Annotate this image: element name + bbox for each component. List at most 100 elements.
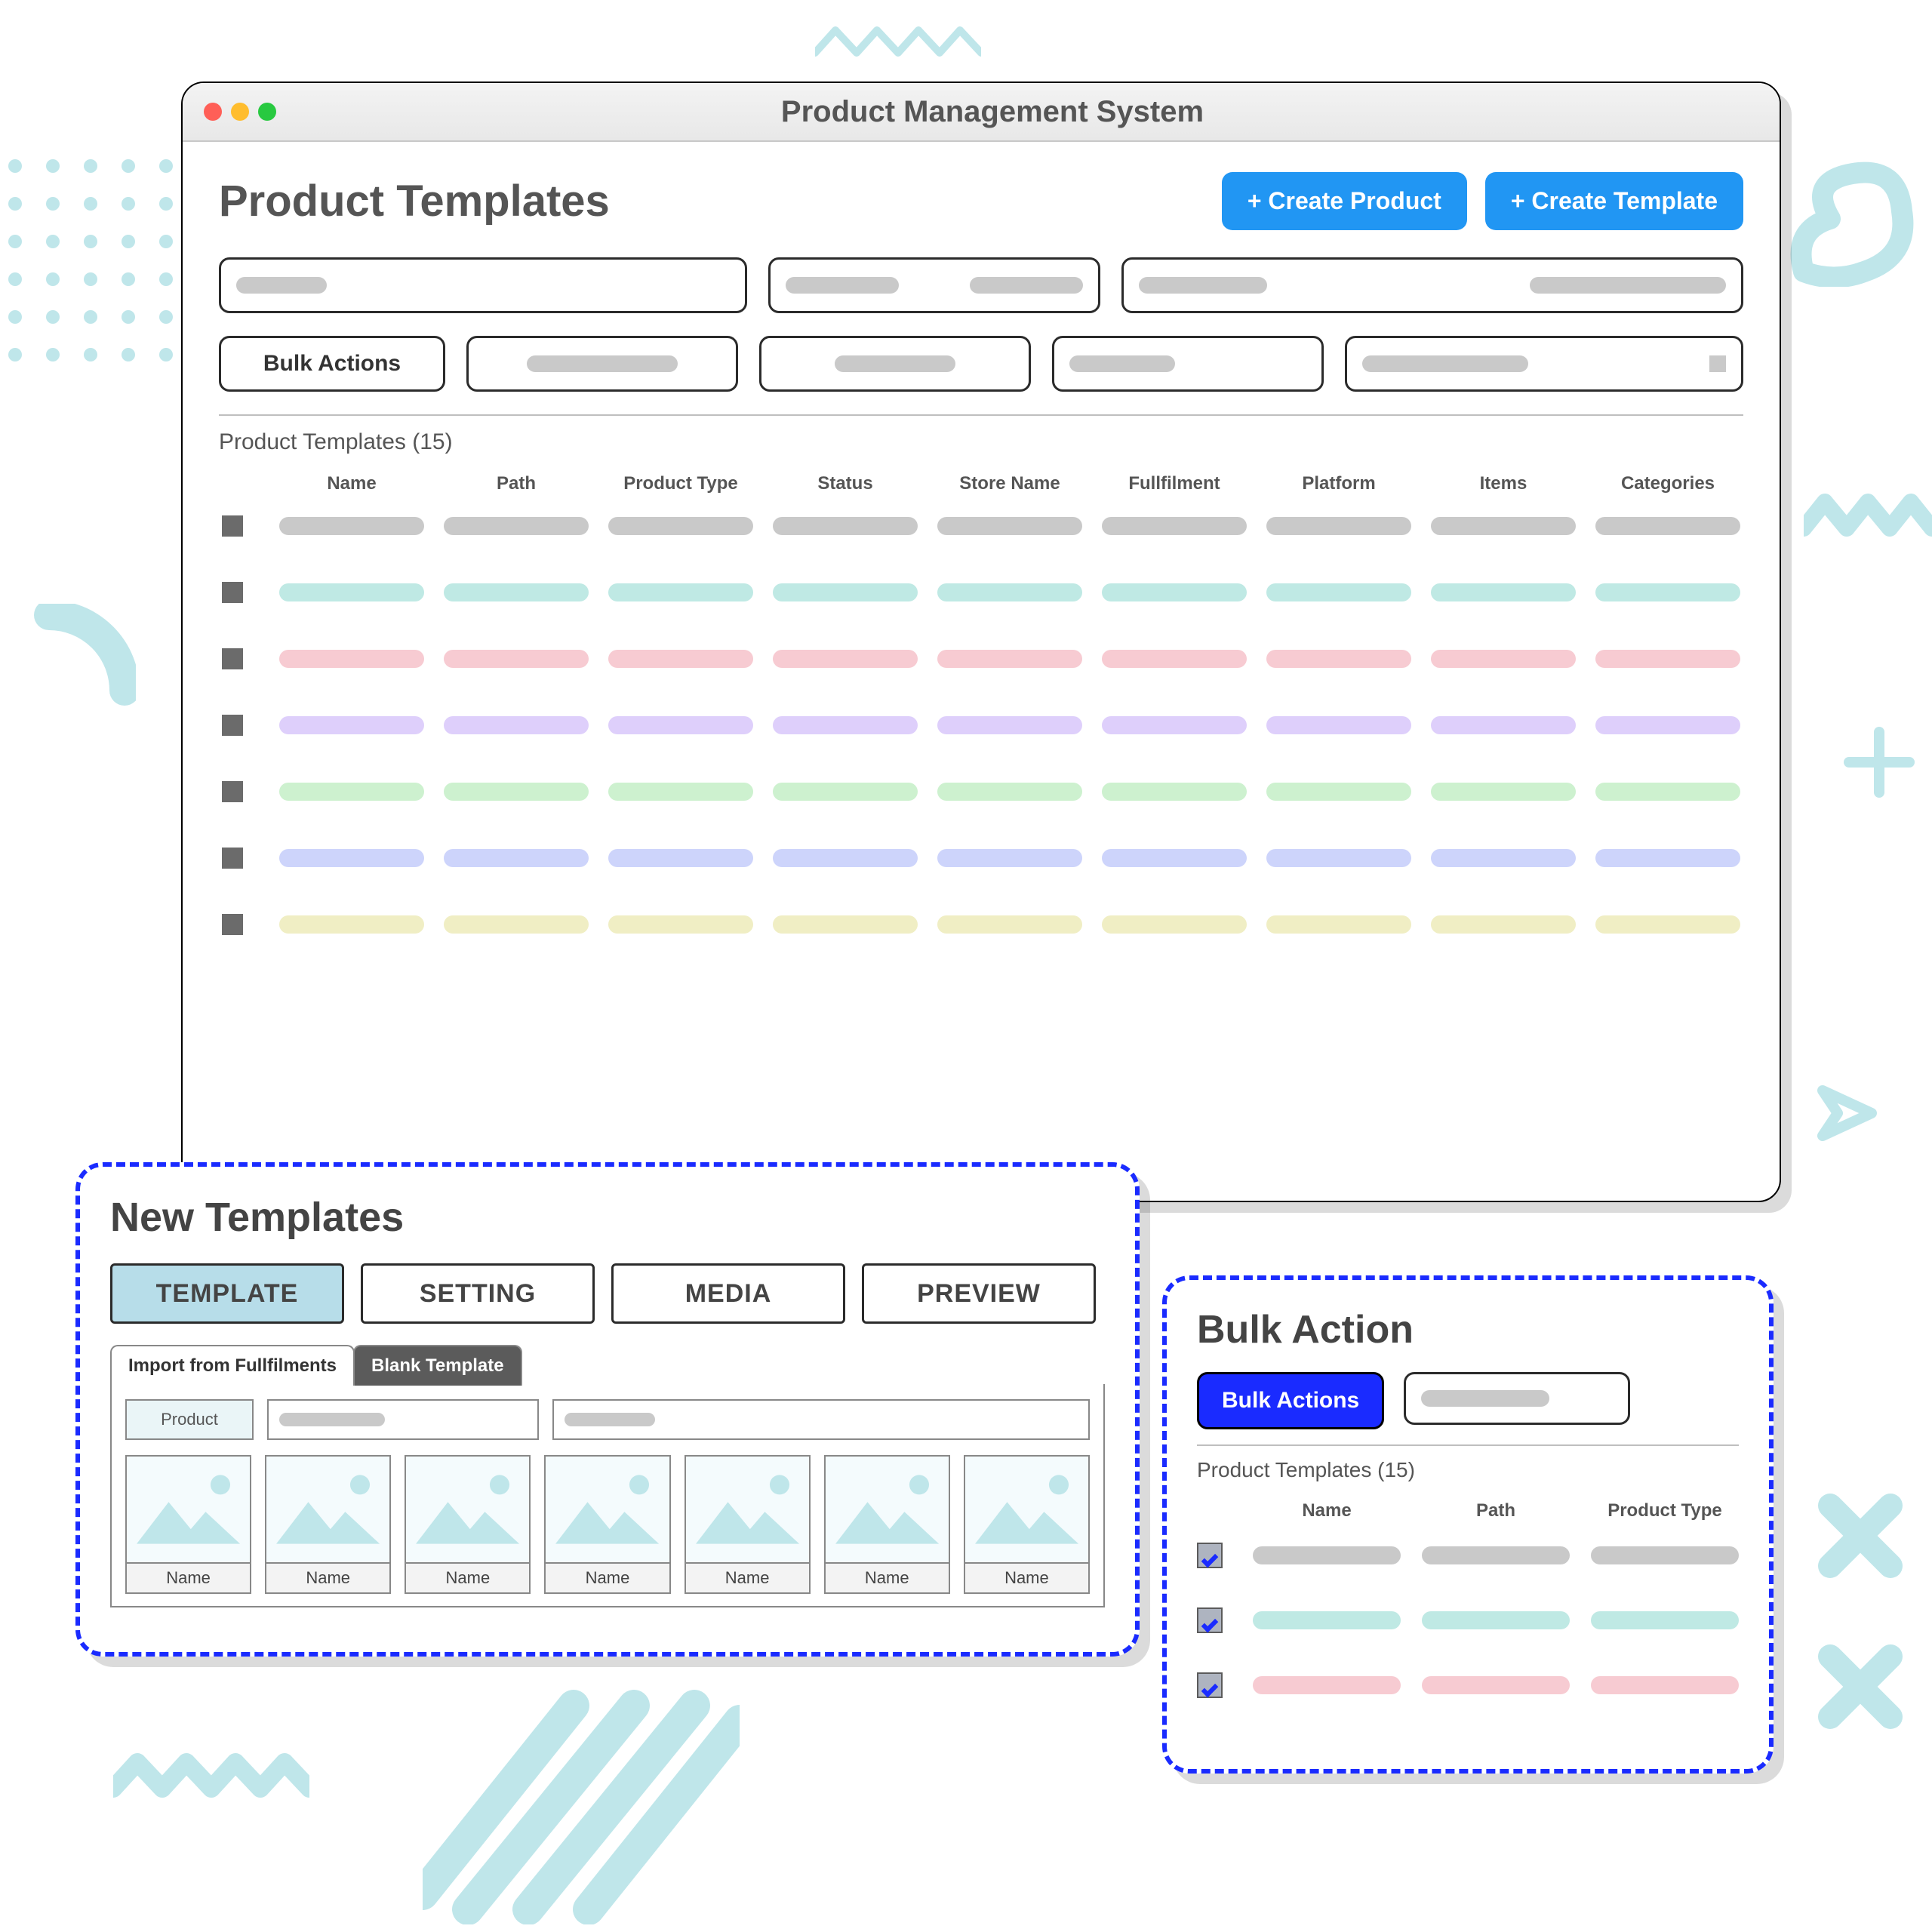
cell — [1266, 849, 1411, 867]
cell — [1591, 1611, 1739, 1629]
window-titlebar: Product Management System — [183, 83, 1780, 142]
table-row[interactable] — [219, 648, 1743, 669]
cell — [1431, 783, 1576, 801]
cell — [608, 517, 753, 535]
col-name: Name — [279, 473, 424, 494]
table-row[interactable] — [219, 914, 1743, 935]
cell — [1102, 650, 1247, 668]
cell — [937, 517, 1082, 535]
cell — [1102, 915, 1247, 934]
product-type-select[interactable]: Product — [125, 1399, 254, 1440]
cell — [279, 650, 424, 668]
col-fullfilment: Fullfilment — [1102, 473, 1247, 494]
cell — [444, 783, 589, 801]
cell — [773, 650, 918, 668]
cell — [444, 583, 589, 601]
tab-setting[interactable]: SETTING — [361, 1263, 595, 1324]
filter-group-1[interactable] — [768, 257, 1100, 313]
cell — [1431, 915, 1576, 934]
bulk-action-title: Bulk Action — [1197, 1307, 1739, 1352]
row-checkbox[interactable] — [222, 648, 243, 669]
window-title: Product Management System — [226, 95, 1758, 129]
product-filter-input[interactable] — [552, 1399, 1090, 1440]
row-checkbox[interactable] — [222, 582, 243, 603]
col-items: Items — [1431, 473, 1576, 494]
row-checkbox[interactable] — [222, 715, 243, 736]
page-title: Product Templates — [219, 176, 610, 226]
new-templates-popup: New Templates TEMPLATE SETTING MEDIA PRE… — [75, 1162, 1140, 1657]
product-thumbnail[interactable]: Name — [964, 1455, 1090, 1594]
cell — [1422, 1546, 1570, 1564]
table-row[interactable] — [219, 781, 1743, 802]
cell — [444, 650, 589, 668]
bulk-table-row[interactable] — [1197, 1607, 1739, 1633]
subtab-blank[interactable]: Blank Template — [353, 1345, 522, 1386]
tab-media[interactable]: MEDIA — [611, 1263, 845, 1324]
col-platform: Platform — [1266, 473, 1411, 494]
cell — [773, 915, 918, 934]
cell — [773, 849, 918, 867]
bulk-action-popup: Bulk Action Bulk Actions Product Templat… — [1162, 1275, 1774, 1774]
cell — [1591, 1676, 1739, 1694]
bulk-col-product-type: Product Type — [1591, 1500, 1739, 1521]
cell — [608, 650, 753, 668]
bulk-col-name: Name — [1253, 1500, 1401, 1521]
create-template-button[interactable]: + Create Template — [1485, 172, 1743, 230]
cell — [608, 716, 753, 734]
bulk-row-checkbox[interactable] — [1197, 1543, 1223, 1568]
filter-select-2[interactable] — [759, 336, 1031, 392]
cell — [608, 849, 753, 867]
subtab-import[interactable]: Import from Fullfilments — [110, 1345, 355, 1386]
table-row[interactable] — [219, 715, 1743, 736]
tab-template[interactable]: TEMPLATE — [110, 1263, 344, 1324]
bulk-row-checkbox[interactable] — [1197, 1607, 1223, 1633]
cell — [1266, 583, 1411, 601]
window-close-icon[interactable] — [204, 103, 222, 121]
filter-select-1[interactable] — [466, 336, 738, 392]
cell — [937, 650, 1082, 668]
bulk-table-row[interactable] — [1197, 1672, 1739, 1698]
row-checkbox[interactable] — [222, 914, 243, 935]
filter-select-3[interactable] — [1052, 336, 1324, 392]
cell — [1266, 650, 1411, 668]
cell — [1595, 716, 1740, 734]
bulk-actions-button[interactable]: Bulk Actions — [219, 336, 445, 392]
product-thumbnail[interactable]: Name — [125, 1455, 251, 1594]
product-thumbnail[interactable]: Name — [405, 1455, 531, 1594]
product-thumbnail[interactable]: Name — [685, 1455, 811, 1594]
product-thumbnail[interactable]: Name — [265, 1455, 391, 1594]
table-row[interactable] — [219, 515, 1743, 537]
cell — [1431, 517, 1576, 535]
cell — [1266, 517, 1411, 535]
col-product-type: Product Type — [608, 473, 753, 494]
bulk-row-checkbox[interactable] — [1197, 1672, 1223, 1698]
col-status: Status — [773, 473, 918, 494]
filter-select-4[interactable] — [1345, 336, 1743, 392]
cell — [1591, 1546, 1739, 1564]
cell — [773, 517, 918, 535]
search-input[interactable] — [219, 257, 747, 313]
cell — [608, 583, 753, 601]
product-search-input[interactable] — [267, 1399, 539, 1440]
row-checkbox[interactable] — [222, 848, 243, 869]
product-thumbnail[interactable]: Name — [544, 1455, 670, 1594]
bulk-col-path: Path — [1422, 1500, 1570, 1521]
row-checkbox[interactable] — [222, 781, 243, 802]
bulk-filter-input[interactable] — [1404, 1372, 1630, 1425]
cell — [279, 583, 424, 601]
bulk-table-row[interactable] — [1197, 1543, 1739, 1568]
cell — [937, 716, 1082, 734]
create-product-button[interactable]: + Create Product — [1222, 172, 1467, 230]
cell — [1595, 915, 1740, 934]
tab-preview[interactable]: PREVIEW — [862, 1263, 1096, 1324]
cell — [1253, 1546, 1401, 1564]
bulk-actions-button-active[interactable]: Bulk Actions — [1197, 1372, 1384, 1429]
table-row[interactable] — [219, 848, 1743, 869]
row-checkbox[interactable] — [222, 515, 243, 537]
cell — [608, 783, 753, 801]
table-row[interactable] — [219, 582, 1743, 603]
new-templates-title: New Templates — [110, 1194, 1105, 1241]
product-thumbnail[interactable]: Name — [824, 1455, 950, 1594]
filter-group-2[interactable] — [1121, 257, 1743, 313]
cell — [773, 583, 918, 601]
